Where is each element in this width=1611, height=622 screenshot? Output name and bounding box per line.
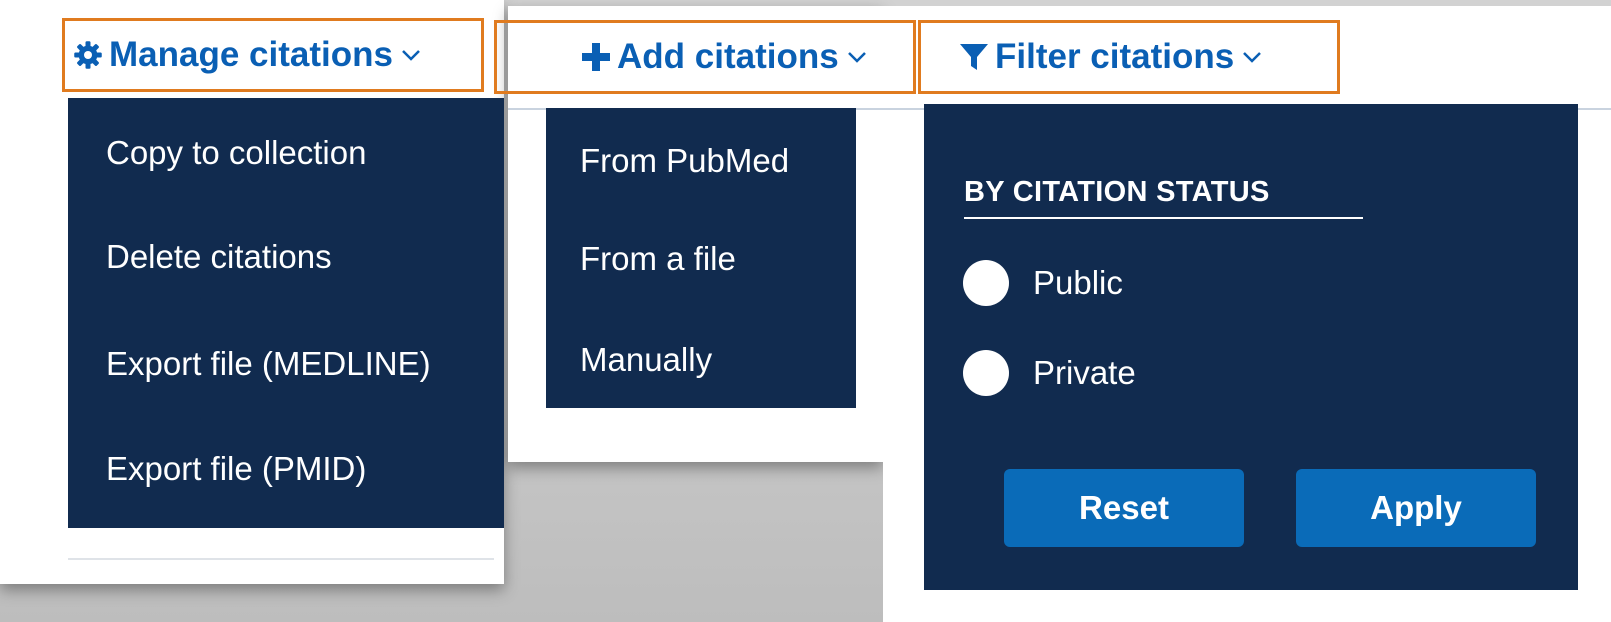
apply-button[interactable]: Apply bbox=[1296, 469, 1536, 547]
manage-citations-button[interactable]: Manage citations bbox=[62, 18, 484, 92]
menu-item-copy-to-collection[interactable]: Copy to collection bbox=[68, 134, 504, 172]
filter-citations-button[interactable]: Filter citations bbox=[918, 20, 1340, 94]
add-citations-label: Add citations bbox=[617, 37, 839, 76]
radio-label-public: Public bbox=[1033, 264, 1123, 301]
divider bbox=[68, 558, 494, 560]
radio-private[interactable]: Private bbox=[963, 350, 1136, 396]
radio-button[interactable] bbox=[963, 350, 1009, 396]
reset-button[interactable]: Reset bbox=[1004, 469, 1244, 547]
menu-item-export-medline[interactable]: Export file (MEDLINE) bbox=[68, 345, 504, 383]
add-citations-menu: From PubMed From a file Manually bbox=[546, 108, 856, 408]
manage-citations-label: Manage citations bbox=[109, 35, 393, 74]
add-citations-button[interactable]: Add citations bbox=[494, 20, 916, 94]
menu-item-from-a-file[interactable]: From a file bbox=[546, 240, 856, 278]
chevron-down-icon bbox=[401, 48, 421, 62]
menu-item-delete-citations[interactable]: Delete citations bbox=[68, 238, 504, 276]
funnel-icon bbox=[959, 42, 989, 72]
heading-underline bbox=[964, 217, 1363, 219]
radio-public[interactable]: Public bbox=[963, 260, 1123, 306]
gear-icon bbox=[73, 40, 103, 70]
plus-icon bbox=[581, 42, 611, 72]
menu-item-from-pubmed[interactable]: From PubMed bbox=[546, 142, 856, 180]
chevron-down-icon bbox=[1242, 50, 1262, 64]
citation-status-heading: BY CITATION STATUS bbox=[964, 176, 1270, 208]
chevron-down-icon bbox=[847, 50, 867, 64]
radio-label-private: Private bbox=[1033, 354, 1136, 391]
menu-item-manually[interactable]: Manually bbox=[546, 341, 856, 379]
manage-citations-menu: Copy to collection Delete citations Expo… bbox=[68, 98, 504, 528]
filter-citations-label: Filter citations bbox=[995, 37, 1235, 76]
radio-button[interactable] bbox=[963, 260, 1009, 306]
menu-item-export-pmid[interactable]: Export file (PMID) bbox=[68, 450, 504, 488]
